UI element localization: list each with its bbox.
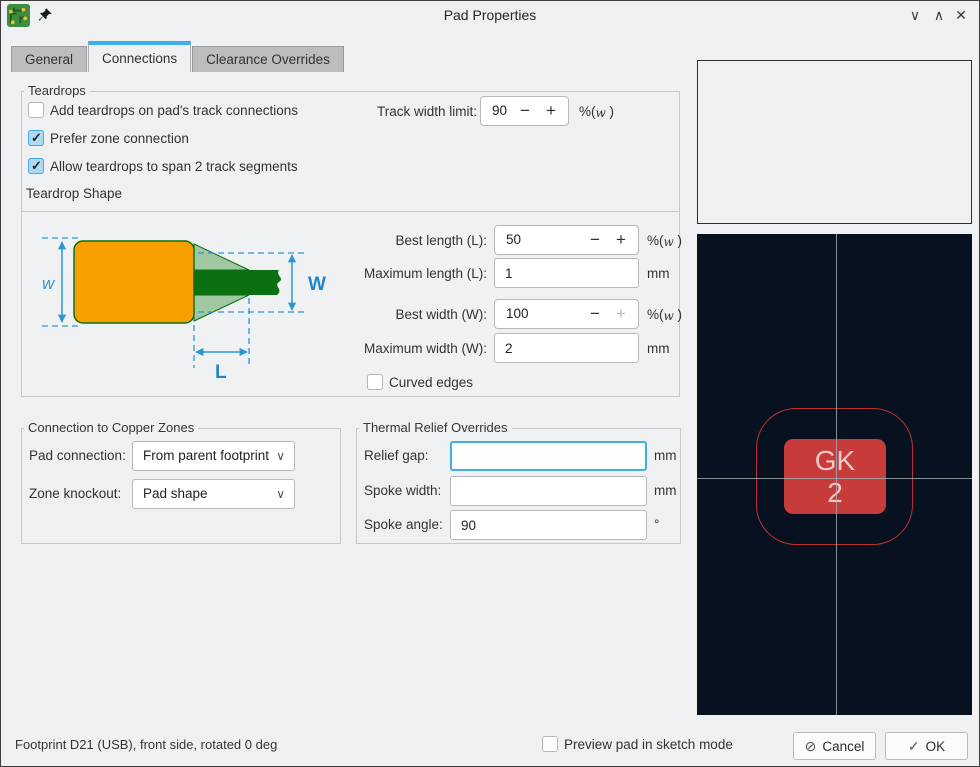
best-width-value: 100 — [506, 300, 529, 328]
spoke-width-unit: mm — [654, 483, 677, 498]
pad-shape — [74, 241, 194, 323]
teardrop-flare-top — [194, 244, 249, 270]
title-bar: Pad Properties ∨ ∧ ✕ — [1, 1, 979, 30]
track-width-limit-spinner[interactable]: 90 − + — [480, 96, 569, 126]
preview-pad: GK 2 — [784, 439, 886, 514]
preview-sketch-mode-label: Preview pad in sketch mode — [564, 737, 733, 752]
pad-connection-value: From parent footprint — [143, 448, 269, 463]
close-window-icon[interactable]: ✕ — [949, 1, 973, 30]
teardrop-diagram: w W L — [32, 226, 352, 388]
copper-zones-group: Connection to Copper Zones Pad connectio… — [21, 428, 341, 544]
track-width-limit-unit: %(w ) — [579, 104, 614, 119]
best-length-value: 50 — [506, 226, 521, 254]
relief-gap-label: Relief gap: — [364, 448, 429, 463]
zone-knockout-dropdown[interactable]: Pad shape ∨ — [132, 479, 295, 509]
thermal-relief-legend: Thermal Relief Overrides — [359, 420, 512, 435]
tab-general[interactable]: General — [11, 46, 87, 72]
status-text: Footprint D21 (USB), front side, rotated… — [15, 737, 277, 752]
track-width-limit-increment-button[interactable]: + — [540, 97, 562, 124]
pad-info-preview-panel — [697, 60, 972, 224]
prefer-zone-connection-checkbox[interactable] — [28, 130, 44, 146]
pad-connection-dropdown[interactable]: From parent footprint ∨ — [132, 441, 295, 471]
curved-edges-label: Curved edges — [389, 375, 473, 390]
track-shape — [194, 270, 281, 295]
preview-sketch-mode-checkbox[interactable] — [542, 736, 558, 752]
add-teardrops-checkbox[interactable] — [28, 102, 44, 118]
teardrop-shape-label: Teardrop Shape — [26, 186, 122, 201]
pad-net-label: GK — [815, 445, 855, 476]
tab-clearance-overrides[interactable]: Clearance Overrides — [192, 46, 344, 72]
tab-bar: General Connections Clearance Overrides — [11, 41, 344, 72]
span-segments-label: Allow teardrops to span 2 track segments — [50, 159, 298, 174]
teardrop-flare-bottom — [194, 295, 249, 321]
pad-number-label: 2 — [827, 477, 843, 508]
spoke-angle-label: Spoke angle: — [364, 517, 443, 532]
track-width-limit-decrement-button[interactable]: − — [514, 97, 536, 124]
shade-window-icon[interactable]: ∨ — [903, 1, 927, 30]
ok-check-icon: ✓ — [908, 738, 920, 755]
chevron-down-icon: ∨ — [276, 442, 285, 470]
max-length-label: Maximum length (L): — [347, 266, 487, 281]
track-width-limit-value: 90 — [492, 97, 507, 125]
cancel-button[interactable]: ⊘ Cancel — [793, 732, 876, 760]
tab-connections[interactable]: Connections — [88, 41, 191, 72]
spoke-angle-unit: ° — [654, 517, 659, 532]
spoke-width-input[interactable] — [450, 476, 647, 506]
best-width-increment-button-disabled: + — [610, 300, 632, 327]
best-width-unit: %(w ) — [647, 307, 682, 322]
zone-knockout-label: Zone knockout: — [29, 486, 121, 501]
max-length-unit: mm — [647, 266, 670, 281]
zone-knockout-value: Pad shape — [143, 486, 208, 501]
max-width-label: Maximum width (W): — [347, 341, 487, 356]
chevron-down-icon: ∨ — [276, 480, 285, 508]
best-length-increment-button[interactable]: + — [610, 226, 632, 253]
crosshair-horizontal-line — [697, 478, 972, 479]
prefer-zone-connection-label: Prefer zone connection — [50, 131, 189, 146]
pad-connection-label: Pad connection: — [29, 448, 126, 463]
pad-graphic-preview-panel: GK 2 — [697, 234, 972, 715]
span-segments-checkbox[interactable] — [28, 158, 44, 174]
ok-button[interactable]: ✓ OK — [885, 732, 968, 760]
max-width-input[interactable] — [494, 333, 639, 363]
teardrops-group: Teardrops Add teardrops on pad's track c… — [21, 91, 680, 212]
max-width-unit: mm — [647, 341, 670, 356]
max-length-input[interactable] — [494, 258, 639, 288]
best-width-spinner[interactable]: 100 − + — [494, 299, 639, 329]
copper-zones-legend: Connection to Copper Zones — [24, 420, 198, 435]
curved-edges-checkbox[interactable] — [367, 374, 383, 390]
diagram-W-label: W — [308, 274, 326, 295]
track-width-limit-label: Track width limit: — [377, 104, 477, 119]
best-length-unit: %(w ) — [647, 233, 682, 248]
thermal-relief-group: Thermal Relief Overrides Relief gap: mm … — [356, 428, 681, 544]
best-length-label: Best length (L): — [347, 233, 487, 248]
maximize-window-icon[interactable]: ∧ — [927, 1, 951, 30]
teardrops-legend: Teardrops — [24, 83, 90, 98]
diagram-w-label: w — [42, 274, 56, 293]
best-width-label: Best width (W): — [347, 307, 487, 322]
cancel-icon: ⊘ — [805, 738, 817, 755]
crosshair-vertical-line — [836, 234, 837, 715]
best-width-decrement-button[interactable]: − — [584, 300, 606, 327]
pad-properties-dialog: Pad Properties ∨ ∧ ✕ General Connections… — [0, 0, 980, 767]
diagram-L-label: L — [215, 362, 227, 383]
best-length-spinner[interactable]: 50 − + — [494, 225, 639, 255]
relief-gap-input[interactable] — [450, 441, 647, 471]
relief-gap-unit: mm — [654, 448, 677, 463]
spoke-width-label: Spoke width: — [364, 483, 441, 498]
window-title: Pad Properties — [1, 1, 979, 30]
teardrop-shape-panel: w W L Best length (L): 50 − + %(w ) Maxi… — [21, 211, 680, 397]
spoke-angle-input[interactable] — [450, 510, 647, 540]
best-length-decrement-button[interactable]: − — [584, 226, 606, 253]
add-teardrops-label: Add teardrops on pad's track connections — [50, 103, 298, 118]
